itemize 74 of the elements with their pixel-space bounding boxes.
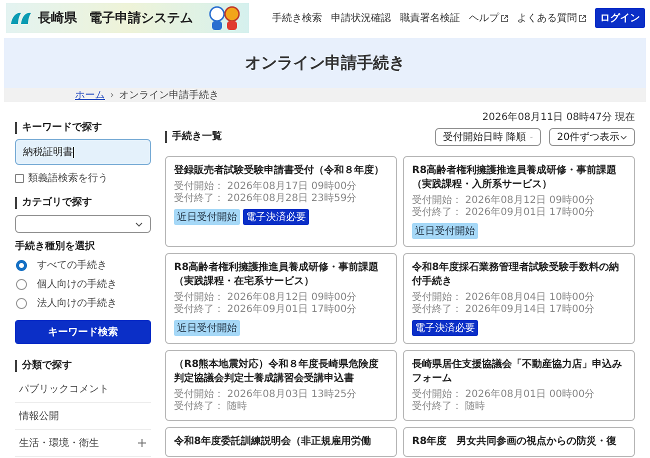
procedure-title: 令和8年度採石業務管理者試験受験手数料の納付手続き [412, 261, 620, 289]
procedure-title: 長崎県居住支援協議会「不動産協力店」申込みフォーム [412, 358, 623, 386]
radio-label: 法人向けの手続き [37, 296, 117, 310]
nav-link[interactable]: 職責署名検証 [400, 11, 460, 25]
external-link-icon [501, 14, 508, 22]
start-date: 受付開始： 2026年08月01日 00時00分 [412, 389, 596, 400]
category-list-item[interactable]: 情報公開 [15, 403, 151, 430]
plus-icon [138, 439, 146, 447]
category-list-item[interactable]: パブリックコメント [15, 376, 151, 403]
nav-link[interactable]: ヘルプ [469, 11, 508, 25]
procedure-title: 登録販売者試験受験申請書受付（令和８年度） [174, 164, 385, 178]
procedure-title: （R8熊本地震対応）令和８年度長崎県危険度判定協議会判定士養成講習会受講申込書 [174, 358, 380, 386]
procedure-card[interactable]: 登録販売者試験受験申請書受付（令和８年度） 受付開始： 2026年08月17日 09時00分 受付終了： 2026年08月28日 23時59分 近日受付開始 電子決済必要 [165, 156, 397, 247]
keyword-input-field[interactable]: 納税証明書 [15, 139, 151, 165]
radio-label: すべての手続き [37, 258, 107, 272]
login-button[interactable]: ログイン [595, 8, 645, 28]
status-tag: 電子決済必要 [412, 320, 478, 336]
status-tag: 電子決済必要 [243, 209, 309, 225]
category-select[interactable] [15, 215, 151, 233]
checkbox-label: 類義語検索を行う [28, 172, 108, 185]
radio-button[interactable] [16, 298, 27, 308]
procedure-card[interactable]: 長崎県居住支援協議会「不動産協力店」申込みフォーム 受付開始： 2026年08月01日 00時00分 受付終了： 随時 [403, 350, 635, 421]
prefecture-name: 長崎県 [38, 10, 77, 27]
start-date: 受付開始： 2026年08月12日 09時00分 [412, 195, 596, 206]
nav-link[interactable]: よくある質問 [517, 11, 586, 25]
end-date: 受付終了： 2026年09月14日 17時00分 [412, 304, 596, 316]
nav-link[interactable]: 申請状況確認 [331, 11, 391, 25]
section-heading: 手続き一覧 [165, 131, 427, 143]
procedure-card[interactable]: R8高齢者権利擁護推進員養成研修・事前課題（実践課程・在宅系サービス） 受付開始： 2026年08月12日 09時00分 受付終了： 2026年09月01日 17時00分 近日受付開始 [165, 253, 397, 344]
section-heading: 分類で探す [15, 360, 151, 372]
section-heading: キーワードで探す [15, 122, 151, 134]
procedure-card[interactable]: 令和8年度採石業務管理者試験受験手数料の納付手続き 受付開始： 2026年08月04日 10時00分 受付終了： 2026年09月14日 17時00分 電子決済必要 [403, 253, 635, 344]
procedure-card[interactable]: （R8熊本地震対応）令和８年度長崎県危険度判定協議会判定士養成講習会受講申込書 受付開始： 2026年08月03日 13時25分 受付終了： 随時 [165, 350, 397, 421]
radio-button[interactable] [16, 260, 27, 270]
procedure-card[interactable]: R8年度 男女共同参画の視点からの防災・復 [403, 427, 635, 457]
procedure-title: R8年度 男女共同参画の視点からの防災・復 [412, 435, 618, 449]
keyword-search-button[interactable]: キーワード検索 [15, 320, 151, 344]
logo-icon [10, 10, 32, 26]
status-tag: 近日受付開始 [174, 320, 240, 336]
radio-group-label: 手続き種別を選択 [15, 240, 96, 253]
timestamp: 2026年08月11日 08時47分 現在 [481, 110, 635, 124]
end-date: 受付終了： 2026年08月28日 23時59分 [174, 193, 358, 205]
breadcrumb-link[interactable]: ホーム [75, 88, 105, 102]
system-name: 電子申請システム [89, 10, 193, 27]
external-link-icon [579, 14, 586, 22]
procedure-title: 令和8年度委託訓練説明会（非正規雇用労働 [174, 435, 372, 449]
status-tag: 近日受付開始 [174, 209, 240, 225]
procedure-card[interactable]: 令和8年度委託訓練説明会（非正規雇用労働 [165, 427, 397, 457]
chevron-down-icon [135, 222, 143, 226]
end-date: 受付終了： 2026年09月01日 17時00分 [174, 304, 358, 316]
checkbox[interactable] [15, 174, 24, 182]
breadcrumb-separator: › [110, 90, 114, 100]
status-tag: 近日受付開始 [412, 223, 478, 239]
radio-button[interactable] [16, 278, 27, 290]
breadcrumb-current: オンライン申請手続き [119, 88, 219, 102]
sort-select[interactable]: 受付開始日時 降順 [435, 128, 541, 146]
start-date: 受付開始： 2026年08月17日 09時00分 [174, 181, 358, 192]
end-date: 受付終了： 2026年09月01日 17時00分 [412, 207, 596, 219]
section-heading: カテゴリで探す [15, 197, 151, 209]
end-date: 受付終了： 随時 [174, 401, 248, 413]
procedure-card[interactable]: R8高齢者権利擁護推進員養成研修・事前課題（実践課程・入所系サービス） 受付開始： 2026年08月12日 09時00分 受付終了： 2026年09月01日 17時00分 近日受付開始 [403, 156, 635, 247]
procedure-title: R8高齢者権利擁護推進員養成研修・事前課題（実践課程・入所系サービス） [412, 164, 618, 192]
start-date: 受付開始： 2026年08月12日 09時00分 [174, 292, 358, 304]
end-date: 受付終了： 随時 [412, 401, 486, 413]
start-date: 受付開始： 2026年08月03日 13時25分 [174, 389, 358, 400]
procedure-title: R8高齢者権利擁護推進員養成研修・事前課題（実践課程・在宅系サービス） [174, 261, 380, 289]
page-title: オンライン申請手続き [245, 52, 405, 74]
page-size-select[interactable]: 20件ずつ表示 [549, 128, 635, 146]
category-list-item[interactable]: 生活・環境・衛生 [15, 430, 151, 457]
start-date: 受付開始： 2026年08月04日 10時00分 [412, 292, 596, 304]
nav-link[interactable]: 手続き検索 [272, 11, 322, 25]
radio-label: 個人向けの手続き [37, 278, 117, 291]
chevron-down-icon [620, 134, 627, 140]
site-logo-banner[interactable]: 長崎県 電子申請システム [6, 3, 249, 33]
